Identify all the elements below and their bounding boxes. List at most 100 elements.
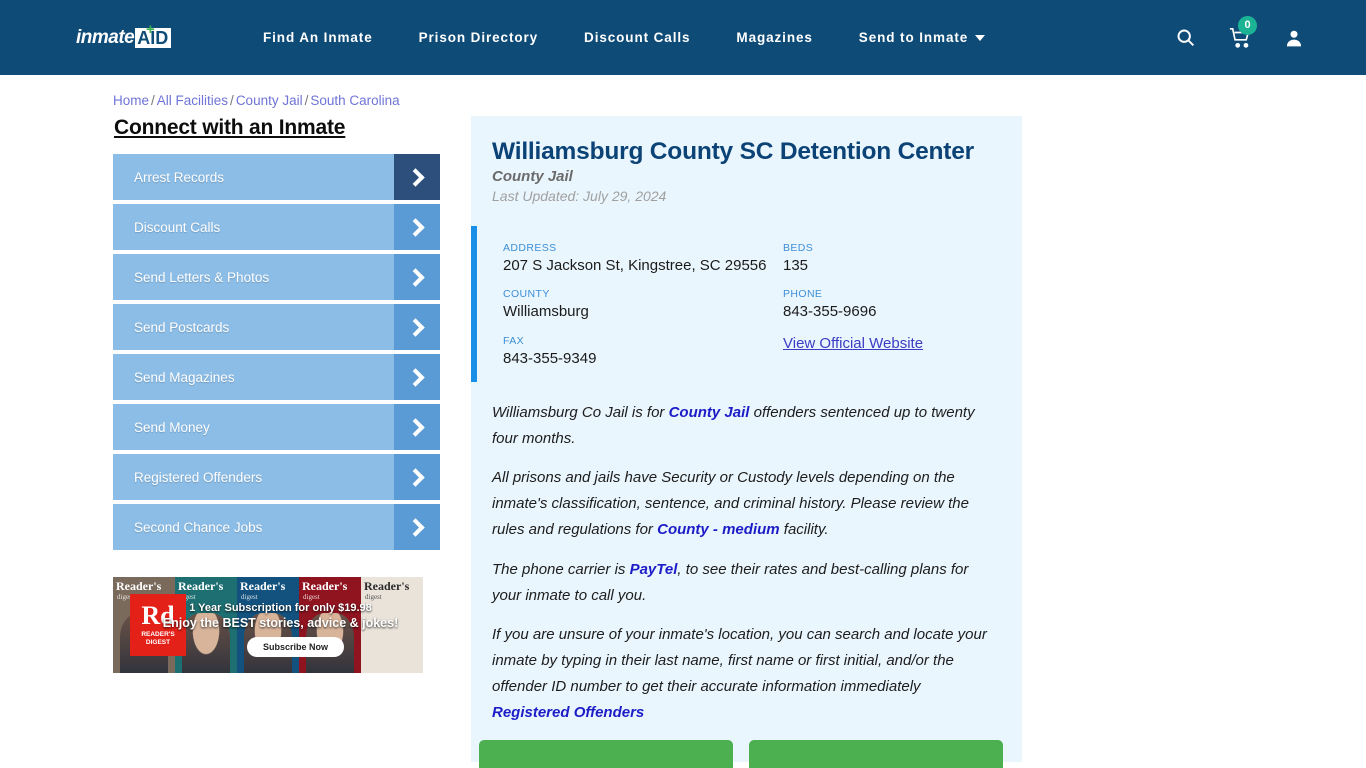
chevron-right-icon <box>394 304 440 350</box>
page-body: Home / All Facilities / County Jail / South Ca… <box>0 93 1366 768</box>
breadcrumb-item-home[interactable]: Home <box>113 93 149 108</box>
top-navigation-bar: inmate AID + Find An Inmate Prison Direc… <box>0 0 1366 75</box>
nav-item-magazines[interactable]: Magazines <box>713 20 835 55</box>
ad-cover-title: Reader's <box>302 579 348 593</box>
nav-item-send-to-inmate-label: Send to Inmate <box>858 30 969 45</box>
ad-cover-sub: digest <box>303 593 320 601</box>
info-cell-fax: FAX 843-355-9349 <box>503 335 783 368</box>
sidebar-item-label: Second Chance Jobs <box>134 519 263 535</box>
inline-text: If you are unsure of your inmate's locat… <box>492 626 987 695</box>
sidebar-item-send-money[interactable]: Send Money <box>113 404 440 450</box>
inline-text: facility. <box>779 520 829 538</box>
sidebar-item-label: Discount Calls <box>134 219 221 235</box>
sidebar-title: Connect with an Inmate <box>114 116 346 139</box>
info-cell-address: ADDRESS 207 S Jackson St, Kingstree, SC … <box>503 242 783 275</box>
chevron-right-icon <box>394 504 440 550</box>
info-value-phone: 843-355-9696 <box>783 303 877 321</box>
cart-icon[interactable]: 0 <box>1229 15 1257 49</box>
inline-link[interactable]: Registered Offenders <box>492 704 644 721</box>
sidebar-item-second-chance-jobs[interactable]: Second Chance Jobs <box>113 504 440 550</box>
view-official-website-link[interactable]: View Official Website <box>783 335 923 352</box>
ad-cover-sub: digest <box>241 593 258 601</box>
description-paragraph-2: All prisons and jails have Security or C… <box>492 465 999 542</box>
site-logo[interactable]: inmate AID + <box>76 20 182 51</box>
sidebar-item-arrest-records[interactable]: Arrest Records <box>113 154 440 200</box>
facility-description: Williamsburg Co Jail is for County Jail … <box>471 382 1022 726</box>
description-paragraph-4: If you are unsure of your inmate's locat… <box>492 622 999 725</box>
inline-link[interactable]: County Jail <box>669 404 750 421</box>
chevron-right-icon <box>394 454 440 500</box>
info-cell-beds: BEDS 135 <box>783 242 1022 275</box>
user-icon[interactable] <box>1284 28 1304 48</box>
sidebar-item-send-letters-photos[interactable]: Send Letters & Photos <box>113 254 440 300</box>
search-icon[interactable] <box>1175 27 1196 48</box>
last-updated-text: Last Updated: July 29, 2024 <box>492 188 667 205</box>
info-cell-county: COUNTY Williamsburg <box>503 288 783 321</box>
logo-word: inmate <box>76 27 135 48</box>
sidebar-item-label: Registered Offenders <box>134 469 263 485</box>
sidebar-item-label: Send Postcards <box>134 319 230 335</box>
sidebar: Connect with an Inmate Arrest Records Di… <box>113 116 440 762</box>
breadcrumb-separator: / <box>151 93 155 108</box>
cart-count-badge: 0 <box>1238 15 1257 35</box>
chevron-right-icon <box>394 404 440 450</box>
sidebar-item-label: Send Magazines <box>134 369 235 385</box>
info-value-fax: 843-355-9349 <box>503 349 597 367</box>
ad-headline: 1 Year Subscription for only $19.98 <box>189 602 372 614</box>
chevron-right-icon <box>394 204 440 250</box>
sidebar-item-send-postcards[interactable]: Send Postcards <box>113 304 440 350</box>
chevron-right-icon <box>394 354 440 400</box>
facility-card: Williamsburg County SC Detention Center … <box>471 116 1022 768</box>
sidebar-item-discount-calls[interactable]: Discount Calls <box>113 204 440 250</box>
sidebar-item-label: Send Letters & Photos <box>134 269 270 285</box>
info-label: ADDRESS <box>503 242 557 255</box>
logo-plus-icon: + <box>146 20 155 38</box>
info-value-beds: 135 <box>783 257 809 275</box>
info-label: COUNTY <box>503 288 550 301</box>
breadcrumb-item-county-jail[interactable]: County Jail <box>236 93 303 108</box>
ad-cover-title: Reader's <box>364 579 410 593</box>
sidebar-item-label: Arrest Records <box>134 169 225 185</box>
ad-cover-sub: digest <box>365 593 382 601</box>
nav-links: Find An Inmate Prison Directory Discount… <box>240 20 1008 55</box>
header-icon-group: 0 <box>1175 15 1304 49</box>
nav-item-find-an-inmate[interactable]: Find An Inmate <box>240 20 396 55</box>
ad-subscribe-button[interactable]: Subscribe Now <box>247 637 345 657</box>
facility-type: County Jail <box>492 168 573 186</box>
ad-cover-title: Reader's <box>178 579 224 593</box>
nav-item-discount-calls[interactable]: Discount Calls <box>561 20 713 55</box>
info-cell-website: View Official Website <box>783 335 1022 368</box>
content-columns: Connect with an Inmate Arrest Records Di… <box>113 116 1366 768</box>
nav-item-prison-directory[interactable]: Prison Directory <box>396 20 561 55</box>
inline-text: The phone carrier is <box>492 560 630 578</box>
primary-action-button-1[interactable] <box>479 740 733 768</box>
breadcrumb-separator: / <box>230 93 234 108</box>
chevron-right-icon <box>394 254 440 300</box>
advertisement-banner[interactable]: Reader's digest Reader's digest Reader's… <box>113 577 423 673</box>
sidebar-item-label: Send Money <box>134 419 210 435</box>
inline-link[interactable]: PayTel <box>630 561 678 578</box>
breadcrumb-separator: / <box>304 93 309 108</box>
ad-cover-title: Reader's <box>240 579 286 593</box>
breadcrumb-item-all-facilities[interactable]: All Facilities <box>157 93 228 108</box>
info-value-county: Williamsburg <box>503 303 589 321</box>
page-title: Williamsburg County SC Detention Center <box>492 138 975 165</box>
facility-info-grid: ADDRESS 207 S Jackson St, Kingstree, SC … <box>471 226 1022 382</box>
breadcrumb: Home / All Facilities / County Jail / South Ca… <box>113 93 1366 108</box>
info-label: PHONE <box>783 288 823 301</box>
inline-text: Williamsburg Co Jail is for <box>492 403 669 421</box>
sidebar-item-registered-offenders[interactable]: Registered Offenders <box>113 454 440 500</box>
chevron-right-icon <box>394 154 440 200</box>
description-paragraph-3: The phone carrier is PayTel, to see thei… <box>492 557 999 609</box>
breadcrumb-item-south-carolina[interactable]: South Carolina <box>310 93 399 108</box>
ad-subheadline: Enjoy the BEST stories, advice & jokes! <box>162 616 399 630</box>
info-label: FAX <box>503 334 525 347</box>
primary-action-button-2[interactable] <box>749 740 1003 768</box>
info-cell-phone: PHONE 843-355-9696 <box>783 288 1022 321</box>
ad-cover-title: Reader's <box>116 579 162 593</box>
inline-link[interactable]: County - medium <box>657 521 780 538</box>
sidebar-item-send-magazines[interactable]: Send Magazines <box>113 354 440 400</box>
nav-item-send-to-inmate[interactable]: Send to Inmate <box>836 20 1008 55</box>
action-button-row <box>479 740 1003 768</box>
ad-brand-name: READER'S DIGEST <box>141 631 175 646</box>
